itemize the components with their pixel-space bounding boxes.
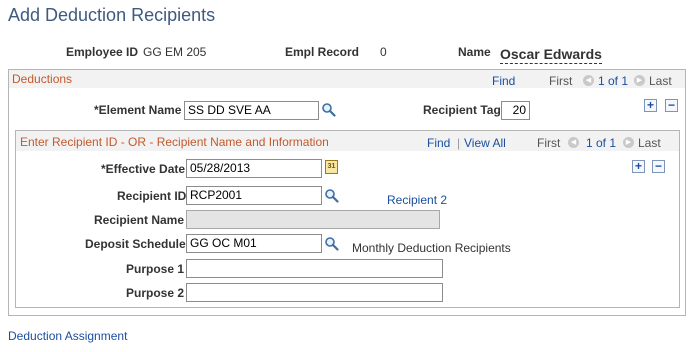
employee-name[interactable]: Oscar Edwards	[500, 46, 602, 64]
purpose-1-input[interactable]	[186, 259, 443, 278]
deductions-last-label: Last	[649, 74, 672, 88]
deposit-schedule-description: Monthly Deduction Recipients	[352, 241, 511, 255]
purpose-2-label: Purpose 2	[126, 286, 185, 300]
purpose-2-input[interactable]	[186, 283, 443, 302]
element-name-input[interactable]: SS DD SVE AA	[184, 101, 319, 120]
magnifier-icon[interactable]	[321, 102, 336, 120]
effective-date-label: *Effective Date	[101, 162, 186, 176]
deposit-schedule-input[interactable]: GG OC M01	[186, 234, 322, 253]
delete-row-button[interactable]: −	[665, 99, 678, 112]
magnifier-icon[interactable]	[324, 236, 339, 254]
add-recipient-row-button[interactable]: +	[632, 160, 645, 173]
deductions-find-link[interactable]: Find	[492, 74, 515, 88]
recipient-position: 1 of 1	[586, 136, 617, 150]
recipient-find-link[interactable]: Find	[427, 136, 450, 150]
purpose-1-label: Purpose 1	[126, 262, 185, 276]
recipient-section-title: Enter Recipient ID - OR - Recipient Name…	[20, 135, 329, 149]
recipient-last-label: Last	[638, 136, 661, 150]
recipient-first-label: First	[537, 136, 561, 150]
deductions-first-label: First	[549, 74, 573, 88]
recipient-id-label: Recipient ID	[117, 189, 187, 203]
deductions-position: 1 of 1	[598, 74, 629, 88]
page-title: Add Deduction Recipients	[8, 5, 216, 25]
delete-recipient-row-button[interactable]: −	[652, 160, 665, 173]
recipient-tag-label: Recipient Tag	[423, 103, 501, 117]
empl-record-label: Empl Record	[285, 45, 360, 59]
deposit-schedule-label: Deposit Schedule	[85, 237, 186, 251]
recipient-tag-input[interactable]: 20	[501, 101, 530, 120]
deduction-assignment-link[interactable]: Deduction Assignment	[8, 329, 127, 343]
recipient-name-link[interactable]: Recipient 2	[387, 193, 447, 207]
element-name-label: *Element Name	[94, 103, 182, 117]
recipient-name-label: Recipient Name	[94, 213, 185, 227]
separator: |	[457, 136, 461, 150]
view-all-link[interactable]: View All	[464, 136, 506, 150]
previous-arrow-icon[interactable]: ◀	[583, 75, 594, 86]
employee-id-label: Employee ID	[66, 45, 139, 59]
add-row-button[interactable]: +	[644, 99, 657, 112]
magnifier-icon[interactable]	[324, 188, 339, 206]
recipient-name-field	[186, 210, 440, 229]
employee-id-value: GG EM 205	[143, 45, 207, 59]
recipient-id-input[interactable]: RCP2001	[186, 186, 322, 205]
calendar-icon[interactable]: 31	[325, 160, 338, 174]
empl-record-value: 0	[380, 45, 387, 59]
next-arrow-icon[interactable]: ▶	[623, 137, 634, 148]
previous-arrow-icon[interactable]: ◀	[568, 137, 579, 148]
next-arrow-icon[interactable]: ▶	[634, 75, 645, 86]
name-label: Name	[458, 45, 491, 59]
deductions-title: Deductions	[12, 72, 73, 86]
effective-date-input[interactable]: 05/28/2013	[186, 159, 322, 178]
